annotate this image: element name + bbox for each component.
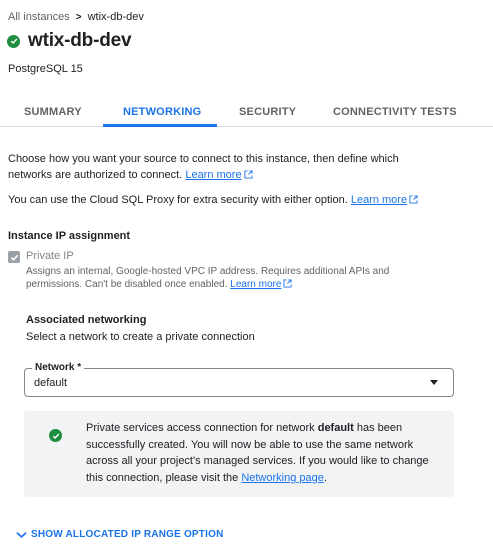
- associated-networking-title: Associated networking: [26, 314, 147, 326]
- tab-connectivity-tests[interactable]: CONNECTIVITY TESTS: [333, 106, 457, 118]
- tab-bar: SUMMARY NETWORKING SECURITY CONNECTIVITY…: [0, 99, 493, 127]
- private-ip-checkbox[interactable]: [8, 251, 20, 263]
- network-select[interactable]: [24, 368, 454, 397]
- intro-text: Choose how you want your source to conne…: [8, 151, 438, 183]
- intro-learn-more-link[interactable]: Learn more: [185, 169, 253, 181]
- database-version: PostgreSQL 15: [8, 63, 83, 75]
- page-title: wtix-db-dev: [28, 30, 132, 51]
- show-allocated-ip-range-button[interactable]: SHOW ALLOCATED IP RANGE OPTION: [16, 529, 223, 540]
- proxy-description: You can use the Cloud SQL Proxy for extr…: [8, 194, 348, 206]
- breadcrumb-separator: >: [75, 11, 82, 23]
- external-link-icon: [244, 170, 253, 179]
- associated-networking-subtitle: Select a network to create a private con…: [26, 331, 255, 343]
- check-circle-icon: [7, 34, 20, 48]
- dropdown-arrow-icon[interactable]: [430, 380, 438, 385]
- private-ip-learn-more-link[interactable]: Learn more: [230, 279, 292, 290]
- networking-page-link[interactable]: Networking page: [241, 472, 324, 484]
- breadcrumb: All instances > wtix-db-dev: [8, 11, 144, 23]
- ip-assignment-title: Instance IP assignment: [8, 230, 131, 242]
- active-tab-indicator: [103, 124, 217, 127]
- external-link-icon: [283, 279, 292, 288]
- private-ip-help: Assigns an internal, Google-hosted VPC I…: [26, 265, 426, 291]
- breadcrumb-all-instances-link[interactable]: All instances: [8, 11, 70, 23]
- proxy-learn-more-link[interactable]: Learn more: [351, 194, 418, 206]
- proxy-text: You can use the Cloud SQL Proxy for extr…: [8, 192, 488, 208]
- private-ip-help-text: Assigns an internal, Google-hosted VPC I…: [26, 266, 390, 290]
- check-circle-icon: [49, 429, 62, 442]
- info-text-part: Private services access connection for n…: [86, 422, 318, 434]
- tab-summary[interactable]: SUMMARY: [24, 106, 82, 118]
- expander-label: SHOW ALLOCATED IP RANGE OPTION: [31, 529, 224, 540]
- network-select-label: Network *: [32, 362, 85, 373]
- tab-networking[interactable]: NETWORKING: [123, 106, 201, 118]
- info-network-name: default: [317, 422, 354, 434]
- info-banner-text: Private services access connection for n…: [86, 420, 441, 486]
- breadcrumb-current: wtix-db-dev: [87, 11, 144, 23]
- tab-security[interactable]: SECURITY: [239, 106, 296, 118]
- chevron-down-icon: [16, 531, 27, 538]
- instance-header: wtix-db-dev: [7, 30, 132, 52]
- network-select-value: default: [34, 377, 68, 389]
- info-text-end: .: [323, 471, 327, 484]
- private-ip-label: Private IP: [26, 250, 74, 262]
- external-link-icon: [409, 195, 418, 204]
